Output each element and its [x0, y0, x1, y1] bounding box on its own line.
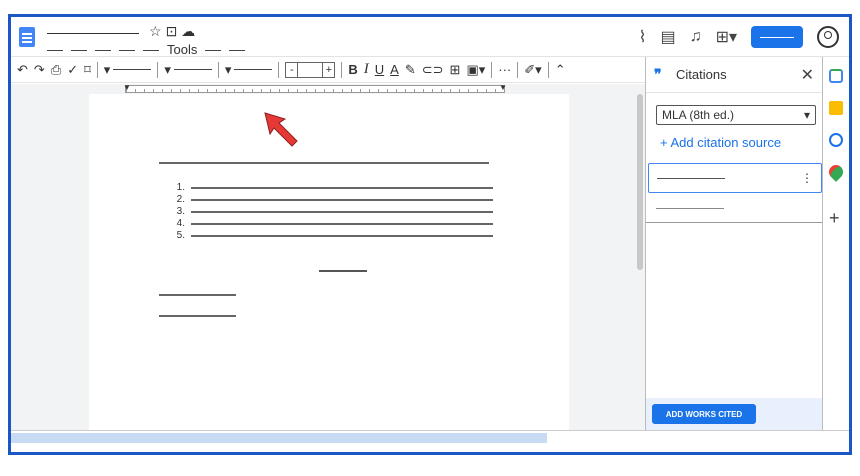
side-apps-rail: +: [823, 57, 849, 430]
horizontal-scrollbar-thumb[interactable]: [11, 433, 547, 443]
citation-quote-icon: ❞: [654, 66, 662, 82]
header-right-controls: ⌇ ▤ ♫ ⊞▾: [639, 23, 839, 51]
citations-header: ❞ Citations ✕: [646, 57, 822, 93]
toolbar-divider: [157, 61, 159, 78]
add-comment-icon[interactable]: ⊞: [450, 62, 461, 78]
italic-button[interactable]: I: [364, 61, 369, 78]
google-tasks-icon[interactable]: [829, 133, 843, 147]
toolbar-divider: [278, 61, 280, 78]
move-to-folder-icon[interactable]: ⊡: [166, 23, 182, 39]
star-icon[interactable]: ☆: [149, 23, 166, 39]
link-icon[interactable]: ⊂⊃: [422, 62, 444, 78]
activity-trend-icon[interactable]: ⌇: [639, 27, 647, 47]
citation-source-item[interactable]: ⋮: [648, 163, 822, 193]
document-page[interactable]: [89, 94, 569, 430]
meet-present-icon[interactable]: ⊞▾: [716, 27, 737, 47]
document-title-placeholder[interactable]: [47, 33, 139, 34]
menu-item-file[interactable]: [47, 49, 63, 51]
centered-text-line[interactable]: [319, 270, 367, 272]
notifications-bell-icon[interactable]: ♫: [690, 28, 702, 46]
paint-format-icon[interactable]: ⌑: [84, 62, 91, 78]
highlight-pen-icon[interactable]: ✎: [405, 62, 416, 78]
close-citations-button[interactable]: ✕: [801, 65, 814, 85]
body-text-line[interactable]: [159, 315, 236, 317]
citations-footer: ADD WORKS CITED: [646, 398, 822, 430]
undo-icon[interactable]: ↶: [17, 62, 28, 78]
citation-style-select[interactable]: MLA (8th ed.) ▾: [656, 105, 816, 125]
google-calendar-icon[interactable]: [829, 69, 843, 83]
title-action-icons: ☆⊡☁: [149, 23, 199, 40]
more-options-button[interactable]: ···: [498, 62, 511, 77]
google-maps-icon[interactable]: [826, 162, 846, 182]
menu-item-format[interactable]: [143, 49, 159, 51]
cloud-status-icon[interactable]: ☁: [181, 23, 199, 39]
chevron-down-icon: ▾: [803, 108, 810, 122]
list-item[interactable]: 4.: [171, 218, 493, 230]
document-canvas: [11, 94, 645, 430]
redo-icon[interactable]: ↷: [34, 62, 45, 78]
menu-item-insert[interactable]: [119, 49, 135, 51]
font-size-increase-button[interactable]: +: [322, 62, 334, 77]
style-dropdown[interactable]: ▾: [164, 62, 212, 78]
add-app-plus-icon[interactable]: +: [829, 209, 840, 227]
account-circle-icon[interactable]: [817, 26, 839, 48]
menu-bar: Tools: [47, 43, 246, 57]
horizontal-ruler[interactable]: [125, 85, 505, 93]
list-item[interactable]: 1.: [171, 182, 493, 194]
annotation-arrow-icon: [264, 112, 298, 147]
edit-mode-pencil-icon[interactable]: ✐▾: [524, 62, 541, 78]
toolbar-divider: [491, 61, 493, 78]
insert-image-icon[interactable]: ▣▾: [466, 62, 485, 78]
zoom-dropdown[interactable]: ▾: [104, 62, 152, 78]
comments-icon[interactable]: ▤: [660, 27, 675, 47]
formatting-toolbar: ↶ ↷ ⎙ ✓ ⌑ ▾ ▾ ▾ - + B I U A ✎ ⊂⊃ ⊞ ▣▾ ··…: [11, 57, 645, 83]
menu-item-view[interactable]: [95, 49, 111, 51]
body-text-line[interactable]: [159, 294, 236, 296]
vertical-scrollbar-thumb[interactable]: [637, 94, 643, 270]
citation-source-item[interactable]: [646, 195, 822, 223]
docs-window: ☆⊡☁ Tools ⌇ ▤ ♫ ⊞▾ ↶ ↷ ⎙ ✓ ⌑ ▾ ▾ ▾ - + B…: [8, 14, 852, 455]
spellcheck-icon[interactable]: ✓: [67, 62, 78, 78]
citation-style-value: MLA (8th ed.): [662, 108, 735, 122]
document-heading-text[interactable]: [159, 162, 489, 164]
left-indent-marker[interactable]: ▼: [123, 83, 131, 92]
menu-item-help[interactable]: [229, 49, 246, 51]
toolbar-divider: [96, 61, 98, 78]
bold-button[interactable]: B: [348, 62, 357, 77]
citations-sidebar: ❞ Citations ✕ MLA (8th ed.) ▾ + Add cita…: [645, 57, 823, 430]
toolbar-divider: [217, 61, 219, 78]
add-citation-source-link[interactable]: + Add citation source: [660, 135, 781, 150]
menu-item-edit[interactable]: [71, 49, 87, 51]
docs-logo-icon[interactable]: [19, 27, 35, 47]
toolbar-divider: [547, 61, 549, 78]
google-keep-icon[interactable]: [829, 101, 843, 115]
title-bar: ☆⊡☁ Tools ⌇ ▤ ♫ ⊞▾: [11, 17, 849, 57]
toolbar-divider: [517, 61, 519, 78]
font-size-stepper[interactable]: - +: [285, 61, 336, 78]
list-item[interactable]: 2.: [171, 194, 493, 206]
share-button[interactable]: [751, 26, 803, 48]
numbered-list: 1. 2. 3. 4. 5.: [171, 182, 493, 242]
collapse-chevron-up-icon[interactable]: ⌃: [555, 62, 566, 78]
horizontal-scrollbar[interactable]: [11, 430, 849, 444]
right-indent-marker[interactable]: ▼: [499, 83, 507, 92]
citations-title: Citations: [676, 67, 727, 82]
font-dropdown[interactable]: ▾: [225, 62, 273, 78]
text-color-button[interactable]: A: [390, 62, 399, 77]
menu-item-tools[interactable]: Tools: [167, 43, 197, 57]
underline-button[interactable]: U: [375, 62, 384, 77]
menu-item-extensions[interactable]: [205, 49, 222, 51]
print-icon[interactable]: ⎙: [51, 62, 61, 78]
toolbar-divider: [341, 61, 343, 78]
list-item[interactable]: 3.: [171, 206, 493, 218]
list-item[interactable]: 5.: [171, 230, 493, 242]
font-size-decrease-button[interactable]: -: [286, 62, 299, 77]
add-works-cited-button[interactable]: ADD WORKS CITED: [652, 404, 756, 424]
citation-more-options-icon[interactable]: ⋮: [801, 171, 813, 185]
